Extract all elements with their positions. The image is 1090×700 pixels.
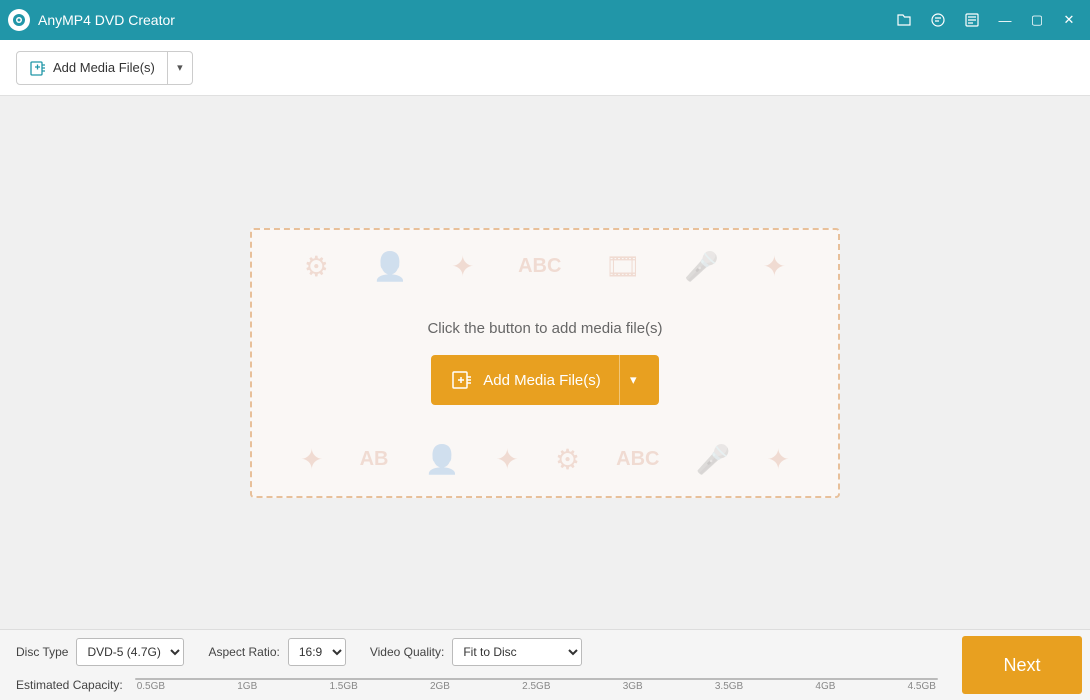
bg-icon-sparkle4: ✦ xyxy=(495,443,518,476)
bg-icon-sparkle3: ✦ xyxy=(300,443,323,476)
bg-icon-person2: 👤 xyxy=(425,443,460,476)
video-quality-label: Video Quality: xyxy=(370,645,445,659)
bg-icon-sparkle1: ✦ xyxy=(451,250,474,283)
bottom-inner: Disc Type DVD-5 (4.7G) DVD-9 (8.5G) BD-2… xyxy=(0,630,1090,700)
bg-icon-text2: AB xyxy=(360,448,389,471)
disc-type-select[interactable]: DVD-5 (4.7G) DVD-9 (8.5G) BD-25 (25G) BD… xyxy=(76,638,184,666)
bg-icon-text3: ABC xyxy=(616,448,659,471)
tick-9 xyxy=(849,678,937,679)
add-media-main[interactable]: Add Media File(s) xyxy=(17,52,168,84)
main-content: ⚙ 👤 ✦ ABC 🎞 🎤 ✦ ✦ AB 👤 ✦ ⚙ ABC 🎤 ✦ Click… xyxy=(0,96,1090,629)
capacity-bar-wrapper: 0.5GB 1GB 1.5GB 2GB 2.5GB 3GB 3.5GB 4GB … xyxy=(135,678,938,692)
bg-icons-bottom: ✦ AB 👤 ✦ ⚙ ABC 🎤 ✦ xyxy=(252,423,838,496)
bg-icon-wheel1: ⚙ xyxy=(304,250,329,283)
tick-8 xyxy=(760,678,849,679)
tick-4 xyxy=(403,678,492,679)
add-media-toolbar-label: Add Media File(s) xyxy=(53,60,155,75)
app-title: AnyMP4 DVD Creator xyxy=(38,12,175,28)
drop-zone-content: Click the button to add media file(s) Ad… xyxy=(427,320,662,405)
drop-zone-prompt: Click the button to add media file(s) xyxy=(427,320,662,337)
add-media-center-label: Add Media File(s) xyxy=(483,372,601,389)
cap-label-1: 1GB xyxy=(237,681,257,692)
bg-icon-wheel3: ⚙ xyxy=(555,443,580,476)
bg-icon-text1: ABC xyxy=(518,255,561,278)
minimize-btn[interactable]: — xyxy=(992,7,1018,33)
bg-icon-sparkle5: ✦ xyxy=(767,443,790,476)
bg-icon-wheel2: 🎞 xyxy=(605,250,641,283)
disc-type-group: Disc Type DVD-5 (4.7G) DVD-9 (8.5G) BD-2… xyxy=(16,638,184,666)
capacity-bar xyxy=(135,678,938,680)
tick-7 xyxy=(671,678,760,679)
cap-label-0.5: 0.5GB xyxy=(137,681,165,692)
bottom-bar: Disc Type DVD-5 (4.7G) DVD-9 (8.5G) BD-2… xyxy=(0,629,1090,700)
cap-label-3.5: 3.5GB xyxy=(715,681,743,692)
tick-5 xyxy=(492,678,581,679)
add-media-dropdown-arrow[interactable]: ▾ xyxy=(168,52,192,84)
close-btn[interactable]: ✕ xyxy=(1056,7,1082,33)
drop-zone[interactable]: ⚙ 👤 ✦ ABC 🎞 🎤 ✦ ✦ AB 👤 ✦ ⚙ ABC 🎤 ✦ Click… xyxy=(250,228,840,498)
toolbar: Add Media File(s) ▾ xyxy=(0,40,1090,96)
titlebar: AnyMP4 DVD Creator — ▢ ✕ xyxy=(0,0,1090,40)
tick-6 xyxy=(581,678,670,679)
capacity-row: Estimated Capacity: xyxy=(0,674,954,700)
open-btn[interactable] xyxy=(890,6,918,34)
cap-label-4: 4GB xyxy=(815,681,835,692)
aspect-ratio-select[interactable]: 16:9 4:3 xyxy=(288,638,346,666)
titlebar-left: AnyMP4 DVD Creator xyxy=(8,9,175,31)
disc-type-label: Disc Type xyxy=(16,645,68,659)
add-media-toolbar-btn[interactable]: Add Media File(s) ▾ xyxy=(16,51,193,85)
titlebar-controls: — ▢ ✕ xyxy=(890,6,1082,34)
feedback-btn[interactable] xyxy=(924,6,952,34)
bottom-controls: Disc Type DVD-5 (4.7G) DVD-9 (8.5G) BD-2… xyxy=(0,630,954,674)
tick-3 xyxy=(314,678,403,679)
add-media-center-btn[interactable]: Add Media File(s) ▾ xyxy=(431,355,659,405)
maximize-btn[interactable]: ▢ xyxy=(1024,7,1050,33)
app-logo xyxy=(8,9,30,31)
bg-icon-mic1: 🎤 xyxy=(684,250,719,283)
bg-icons-top: ⚙ 👤 ✦ ABC 🎞 🎤 ✦ xyxy=(252,230,838,303)
tick-1 xyxy=(136,678,225,679)
bg-icon-sparkle2: ✦ xyxy=(763,250,786,283)
capacity-labels: 0.5GB 1GB 1.5GB 2GB 2.5GB 3GB 3.5GB 4GB … xyxy=(135,681,938,692)
next-label: Next xyxy=(1003,655,1040,676)
cap-label-2: 2GB xyxy=(430,681,450,692)
help-btn[interactable] xyxy=(958,6,986,34)
bg-icon-mic2: 🎤 xyxy=(696,443,731,476)
cap-label-4.5: 4.5GB xyxy=(908,681,936,692)
add-media-center-arrow[interactable]: ▾ xyxy=(619,355,639,405)
capacity-label: Estimated Capacity: xyxy=(16,678,123,692)
bg-icon-person1: 👤 xyxy=(373,250,408,283)
aspect-ratio-label: Aspect Ratio: xyxy=(208,645,279,659)
aspect-ratio-group: Aspect Ratio: 16:9 4:3 xyxy=(208,638,345,666)
video-quality-group: Video Quality: Fit to Disc High Quality … xyxy=(370,638,583,666)
cap-label-3: 3GB xyxy=(623,681,643,692)
video-quality-select[interactable]: Fit to Disc High Quality Normal Quality … xyxy=(452,638,582,666)
cap-label-2.5: 2.5GB xyxy=(522,681,550,692)
tick-2 xyxy=(225,678,314,679)
next-button[interactable]: Next xyxy=(962,636,1082,694)
cap-label-1.5: 1.5GB xyxy=(329,681,357,692)
bottom-form: Disc Type DVD-5 (4.7G) DVD-9 (8.5G) BD-2… xyxy=(0,630,954,700)
